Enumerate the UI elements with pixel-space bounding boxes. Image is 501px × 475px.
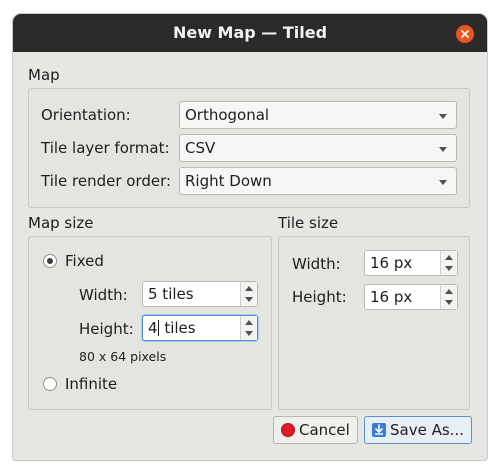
tile-height-spinbox[interactable]: 16 px	[364, 284, 458, 310]
radio-selected-dot	[47, 258, 53, 264]
layer-format-label: Tile layer format:	[41, 139, 170, 157]
render-order-label: Tile render order:	[41, 172, 172, 190]
orientation-label: Orientation:	[41, 106, 131, 124]
map-width-label: Width:	[79, 286, 128, 304]
cancel-button[interactable]: Cancel	[273, 416, 358, 444]
layer-format-select[interactable]: CSV	[179, 134, 457, 162]
tile-width-value: 16 px	[370, 254, 413, 272]
tile-width-spinbox[interactable]: 16 px	[364, 250, 458, 276]
step-down-icon[interactable]	[445, 300, 453, 305]
step-up-icon[interactable]	[245, 286, 253, 291]
close-icon	[461, 30, 469, 38]
map-height-spinbox[interactable]: 4 tiles	[142, 315, 258, 341]
map-width-stepper[interactable]	[240, 282, 257, 306]
tile-width-label: Width:	[292, 255, 341, 273]
save-download-icon	[372, 423, 386, 437]
map-width-value: 5 tiles	[148, 285, 194, 303]
map-height-value-number: 4	[148, 319, 158, 337]
infinite-radio[interactable]	[43, 377, 57, 391]
cancel-label: Cancel	[299, 421, 350, 439]
window-title: New Map — Tiled	[172, 23, 328, 42]
tile-height-label: Height:	[292, 288, 347, 306]
map-size-group: Fixed Width: 5 tiles Height: 4 tiles 80 …	[28, 236, 272, 410]
new-map-dialog: New Map — Tiled Map Orientation: Orthogo…	[13, 14, 487, 460]
fixed-label[interactable]: Fixed	[65, 252, 104, 270]
tile-size-group: Width: 16 px Height: 16 px	[278, 236, 470, 410]
orientation-value: Orthogonal	[185, 106, 270, 124]
step-up-icon[interactable]	[445, 255, 453, 260]
chevron-down-icon	[439, 180, 447, 185]
tile-height-stepper[interactable]	[440, 285, 457, 309]
step-up-icon[interactable]	[445, 289, 453, 294]
infinite-label[interactable]: Infinite	[65, 375, 117, 393]
render-order-select[interactable]: Right Down	[179, 167, 457, 195]
tile-height-value: 16 px	[370, 288, 413, 306]
fixed-radio[interactable]	[43, 254, 57, 268]
title-bar: New Map — Tiled	[13, 14, 487, 52]
step-up-icon[interactable]	[245, 320, 253, 325]
step-down-icon[interactable]	[245, 297, 253, 302]
step-down-icon[interactable]	[445, 266, 453, 271]
close-button[interactable]	[456, 25, 474, 43]
save-as-button[interactable]: Save As...	[364, 416, 472, 444]
record-stop-icon	[281, 423, 295, 437]
save-as-label: Save As...	[390, 421, 464, 439]
render-order-value: Right Down	[185, 172, 272, 190]
map-size-section-label: Map size	[28, 214, 94, 232]
map-height-label: Height:	[79, 320, 134, 338]
map-section-label: Map	[28, 66, 60, 84]
step-down-icon[interactable]	[245, 331, 253, 336]
orientation-select[interactable]: Orthogonal	[179, 101, 457, 129]
pixel-size-info: 80 x 64 pixels	[79, 349, 167, 364]
text-caret	[157, 320, 159, 336]
tile-size-section-label: Tile size	[278, 214, 339, 232]
layer-format-value: CSV	[185, 139, 216, 157]
map-height-value-unit: tiles	[159, 319, 196, 337]
chevron-down-icon	[439, 114, 447, 119]
tile-width-stepper[interactable]	[440, 251, 457, 275]
map-height-stepper[interactable]	[240, 316, 257, 340]
chevron-down-icon	[439, 147, 447, 152]
map-group: Orientation: Orthogonal Tile layer forma…	[28, 88, 470, 208]
map-width-spinbox[interactable]: 5 tiles	[142, 281, 258, 307]
map-height-value: 4 tiles	[148, 319, 196, 337]
